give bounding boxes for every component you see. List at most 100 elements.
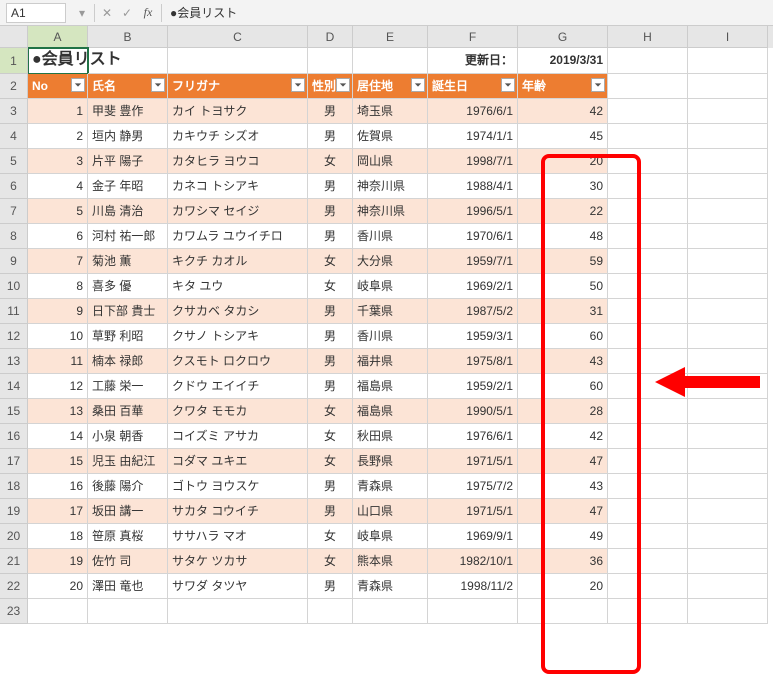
cell[interactable] (688, 249, 768, 274)
cell-pref[interactable]: 千葉県 (353, 299, 428, 324)
th-no[interactable]: No (28, 74, 88, 99)
cell-birth[interactable]: 1974/1/1 (428, 124, 518, 149)
cell-birth[interactable]: 1959/7/1 (428, 249, 518, 274)
filter-button[interactable] (151, 78, 165, 92)
cell-name[interactable]: 楠本 禄郎 (88, 349, 168, 374)
cell[interactable] (608, 449, 688, 474)
cell[interactable] (168, 48, 308, 74)
cell[interactable] (88, 599, 168, 624)
row-header-5[interactable]: 5 (0, 149, 28, 174)
cell[interactable] (608, 324, 688, 349)
cell-gender[interactable]: 男 (308, 499, 353, 524)
cell-age[interactable]: 60 (518, 324, 608, 349)
cell[interactable] (608, 599, 688, 624)
cell-name[interactable]: 垣内 静男 (88, 124, 168, 149)
cell-pref[interactable]: 香川県 (353, 224, 428, 249)
cell[interactable] (608, 99, 688, 124)
cell-name[interactable]: 工藤 栄一 (88, 374, 168, 399)
cell-birth[interactable]: 1996/5/1 (428, 199, 518, 224)
cell-no[interactable]: 3 (28, 149, 88, 174)
cell-kana[interactable]: カイ トヨサク (168, 99, 308, 124)
cell[interactable] (608, 374, 688, 399)
cell-gender[interactable]: 女 (308, 274, 353, 299)
cell-no[interactable]: 12 (28, 374, 88, 399)
th-kana[interactable]: フリガナ (168, 74, 308, 99)
cell-pref[interactable]: 神奈川県 (353, 174, 428, 199)
cell-no[interactable]: 4 (28, 174, 88, 199)
row-header-12[interactable]: 12 (0, 324, 28, 349)
formula-content[interactable]: ●会員リスト (164, 4, 773, 21)
th-gender[interactable]: 性別 (308, 74, 353, 99)
cell[interactable] (608, 199, 688, 224)
cell-kana[interactable]: キタ ユウ (168, 274, 308, 299)
cell[interactable] (88, 48, 168, 74)
cell[interactable] (688, 349, 768, 374)
cell-gender[interactable]: 男 (308, 199, 353, 224)
cell[interactable] (688, 474, 768, 499)
cell[interactable] (688, 48, 768, 74)
cell-gender[interactable]: 女 (308, 249, 353, 274)
row-header-7[interactable]: 7 (0, 199, 28, 224)
cell-name[interactable]: 坂田 講一 (88, 499, 168, 524)
cell-name[interactable]: 澤田 竜也 (88, 574, 168, 599)
cell[interactable] (688, 224, 768, 249)
row-header-21[interactable]: 21 (0, 549, 28, 574)
filter-button[interactable] (336, 78, 350, 92)
cell-birth[interactable]: 1976/6/1 (428, 424, 518, 449)
cell[interactable] (608, 499, 688, 524)
col-header-D[interactable]: D (308, 26, 353, 48)
cell[interactable] (608, 574, 688, 599)
cell-kana[interactable]: カキウチ シズオ (168, 124, 308, 149)
cell-birth[interactable]: 1988/4/1 (428, 174, 518, 199)
row-header-15[interactable]: 15 (0, 399, 28, 424)
cell[interactable] (688, 424, 768, 449)
row-header-11[interactable]: 11 (0, 299, 28, 324)
cell-name[interactable]: 喜多 優 (88, 274, 168, 299)
cell-age[interactable]: 31 (518, 299, 608, 324)
cell-age[interactable]: 36 (518, 549, 608, 574)
cell-name[interactable]: 小泉 朝香 (88, 424, 168, 449)
cell-birth[interactable]: 1998/7/1 (428, 149, 518, 174)
cell[interactable] (608, 124, 688, 149)
cell[interactable] (688, 299, 768, 324)
cell-kana[interactable]: カタヒラ ヨウコ (168, 149, 308, 174)
row-header-17[interactable]: 17 (0, 449, 28, 474)
cell-age[interactable]: 42 (518, 424, 608, 449)
cell[interactable] (28, 599, 88, 624)
cell-pref[interactable]: 福島県 (353, 399, 428, 424)
cell-name[interactable]: 佐竹 司 (88, 549, 168, 574)
cell[interactable] (688, 399, 768, 424)
cell-gender[interactable]: 男 (308, 224, 353, 249)
cell-kana[interactable]: カネコ トシアキ (168, 174, 308, 199)
cell-no[interactable]: 6 (28, 224, 88, 249)
cell[interactable] (608, 149, 688, 174)
cell-kana[interactable]: サタケ ツカサ (168, 549, 308, 574)
update-date[interactable]: 2019/3/31 (518, 48, 608, 74)
cell-name[interactable]: 桑田 百華 (88, 399, 168, 424)
cell[interactable] (308, 599, 353, 624)
cell[interactable] (518, 599, 608, 624)
cell-birth[interactable]: 1970/6/1 (428, 224, 518, 249)
cell[interactable] (608, 524, 688, 549)
col-header-B[interactable]: B (88, 26, 168, 48)
th-name[interactable]: 氏名 (88, 74, 168, 99)
cell-no[interactable]: 13 (28, 399, 88, 424)
cell-gender[interactable]: 女 (308, 149, 353, 174)
cell-age[interactable]: 48 (518, 224, 608, 249)
cell-birth[interactable]: 1975/7/2 (428, 474, 518, 499)
cell-kana[interactable]: ササハラ マオ (168, 524, 308, 549)
cell-birth[interactable]: 1998/11/2 (428, 574, 518, 599)
cell-kana[interactable]: クスモト ロクロウ (168, 349, 308, 374)
cell-pref[interactable]: 熊本県 (353, 549, 428, 574)
cell-kana[interactable]: コダマ ユキエ (168, 449, 308, 474)
cell-gender[interactable]: 女 (308, 524, 353, 549)
cell[interactable] (608, 249, 688, 274)
col-header-E[interactable]: E (353, 26, 428, 48)
cell-name[interactable]: 日下部 貴士 (88, 299, 168, 324)
cell-age[interactable]: 59 (518, 249, 608, 274)
cell[interactable] (608, 274, 688, 299)
cell-name[interactable]: 金子 年昭 (88, 174, 168, 199)
cell[interactable] (608, 299, 688, 324)
cell-age[interactable]: 20 (518, 149, 608, 174)
row-header-1[interactable]: 1 (0, 48, 28, 74)
